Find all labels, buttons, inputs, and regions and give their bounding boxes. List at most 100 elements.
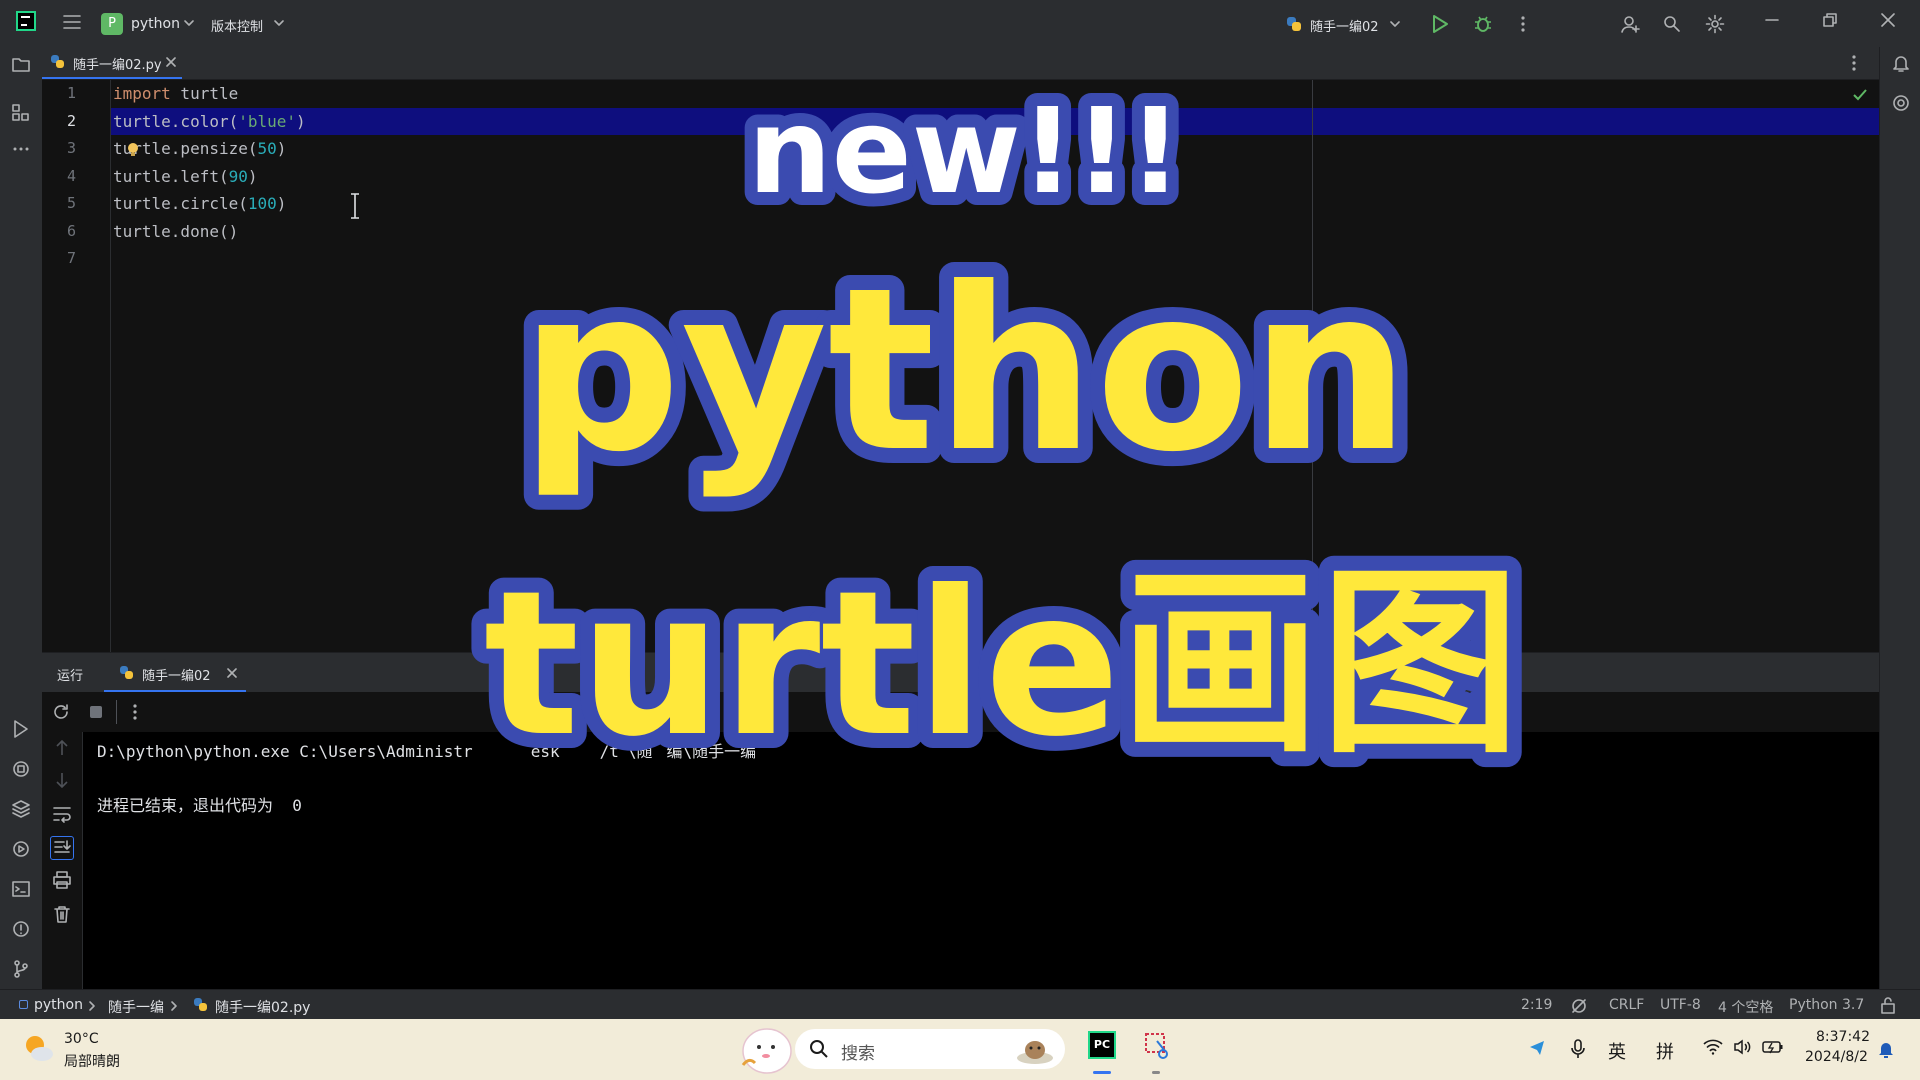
code-editor[interactable]: 1 2 3 4 5 6 7 import turtle turtle.color… (42, 80, 1879, 652)
project-view-icon[interactable] (11, 54, 31, 74)
run-tab[interactable]: 随手一编02 (104, 653, 246, 693)
weather-icon[interactable] (22, 1032, 56, 1066)
debug-icon[interactable] (1473, 14, 1493, 34)
clock-date[interactable]: 2024/8/2 (1805, 1049, 1868, 1065)
run-config-name[interactable]: 随手一编02 (1310, 16, 1379, 35)
problems-icon[interactable] (11, 919, 31, 939)
python-interpreter[interactable]: Python 3.7 (1789, 997, 1864, 1013)
code-token: ) (276, 194, 287, 213)
indent-setting[interactable]: 4 个空格 (1718, 997, 1773, 1017)
console-output[interactable]: D:\python\python.exe C:\Users\Administr e… (83, 732, 1879, 989)
run-tool-icon[interactable] (11, 719, 31, 739)
code-token: turtle.done() (113, 222, 239, 241)
microphone-icon[interactable] (1570, 1038, 1586, 1060)
more-actions-icon[interactable] (1520, 14, 1526, 34)
no-highlight-icon[interactable] (1570, 997, 1588, 1015)
code-line-2: turtle.color('blue') (113, 108, 306, 135)
snipping-tool-icon[interactable] (1143, 1031, 1173, 1061)
notifications-icon[interactable] (1891, 53, 1911, 73)
run-icon[interactable] (1431, 14, 1449, 34)
right-margin-guide (1312, 80, 1313, 652)
main-menu-icon[interactable] (62, 13, 82, 31)
line-ending[interactable]: CRLF (1609, 997, 1644, 1013)
scroll-to-end-icon[interactable] (50, 836, 74, 860)
line-number: 5 (66, 194, 76, 212)
code-number: 50 (257, 139, 277, 158)
arrow-up-icon[interactable] (52, 738, 72, 758)
terminal-icon[interactable] (11, 879, 31, 899)
print-icon[interactable] (52, 870, 72, 890)
code-token: ) (276, 139, 287, 158)
run-tab-label: 随手一编02 (142, 669, 211, 684)
console-exit-message: 进程已结束，退出代码为 0 (97, 796, 302, 815)
chevron-down-icon[interactable] (183, 18, 195, 28)
toolbar-divider (116, 700, 117, 724)
settings-icon[interactable] (1705, 14, 1725, 34)
arrow-down-icon[interactable] (52, 770, 72, 790)
python-packages-icon[interactable] (11, 799, 31, 819)
project-badge[interactable]: P (101, 13, 123, 35)
line-number: 6 (66, 222, 76, 240)
breadcrumb-file[interactable]: 随手一编02.py (215, 997, 310, 1017)
ime-mode[interactable]: 拼 (1656, 1038, 1674, 1064)
breadcrumb-project[interactable]: python (34, 997, 83, 1013)
python-file-icon (50, 54, 66, 70)
console-command-line: D:\python\python.exe C:\Users\Administr e… (97, 738, 756, 762)
chevron-down-icon[interactable] (1389, 19, 1401, 29)
code-token: turtle.color( (113, 112, 239, 131)
intention-bulb-icon[interactable] (126, 142, 140, 158)
stop-icon[interactable] (88, 704, 104, 720)
close-window-icon[interactable] (1881, 13, 1895, 27)
rerun-icon[interactable] (52, 703, 70, 721)
structure-icon[interactable] (11, 103, 31, 123)
volume-icon[interactable] (1733, 1039, 1753, 1055)
code-token: ) (247, 167, 258, 186)
ai-assistant-icon[interactable] (1891, 93, 1911, 113)
vcs-menu[interactable]: 版本控制 (211, 16, 263, 35)
editor-tab-bar: 随手一编02.py (42, 47, 1879, 80)
clear-all-icon[interactable] (52, 904, 72, 924)
tray-app-icon[interactable] (1528, 1039, 1546, 1057)
ime-language[interactable]: 英 (1608, 1038, 1626, 1064)
code-string: 'blue' (238, 112, 297, 131)
close-tab-icon[interactable] (166, 57, 176, 67)
inspection-ok-icon[interactable] (1852, 88, 1868, 102)
more-actions-icon[interactable] (132, 702, 138, 722)
project-name[interactable]: python (131, 16, 180, 32)
version-control-icon[interactable] (11, 959, 31, 979)
wifi-icon[interactable] (1703, 1039, 1723, 1055)
weather-description[interactable]: 局部晴朗 (64, 1051, 120, 1071)
services-icon[interactable] (11, 839, 31, 859)
pycharm-taskbar-icon[interactable]: PC (1088, 1031, 1116, 1059)
code-with-me-icon[interactable] (1621, 14, 1641, 34)
clock-time[interactable]: 8:37:42 (1816, 1029, 1870, 1045)
breadcrumb-folder[interactable]: 随手一编 (108, 997, 164, 1017)
soft-wrap-icon[interactable] (52, 804, 72, 824)
file-encoding[interactable]: UTF-8 (1660, 997, 1701, 1013)
current-line-highlight (42, 108, 1879, 135)
search-icon[interactable] (1663, 15, 1681, 33)
chevron-down-icon[interactable] (273, 18, 285, 28)
run-panel-title: 运行 (57, 669, 84, 684)
taskbar-search-box[interactable]: 搜索 (795, 1029, 1065, 1069)
close-tab-icon[interactable] (227, 668, 237, 678)
tab-options-icon[interactable] (1851, 53, 1857, 73)
python-console-icon[interactable] (11, 759, 31, 779)
more-tools-icon[interactable] (11, 143, 31, 155)
cursor-position[interactable]: 2:19 (1521, 997, 1552, 1013)
run-side-toolbar (42, 732, 83, 989)
python-file-icon (1285, 15, 1303, 33)
code-token: turtle (170, 84, 239, 103)
battery-icon[interactable] (1762, 1039, 1784, 1055)
console-command-fragment: esk (530, 742, 560, 761)
restore-icon[interactable] (1823, 13, 1837, 27)
code-line-1: import turtle (113, 80, 238, 107)
notification-bell-icon[interactable] (1877, 1039, 1895, 1059)
lock-icon[interactable] (1880, 996, 1896, 1014)
pycharm-logo-icon[interactable] (16, 11, 36, 31)
code-token: ) (296, 112, 306, 131)
editor-tab-active[interactable]: 随手一编02.py (42, 47, 182, 79)
weather-temperature[interactable]: 30°C (64, 1031, 99, 1047)
line-number: 4 (66, 167, 76, 185)
minimize-icon[interactable] (1765, 18, 1779, 22)
